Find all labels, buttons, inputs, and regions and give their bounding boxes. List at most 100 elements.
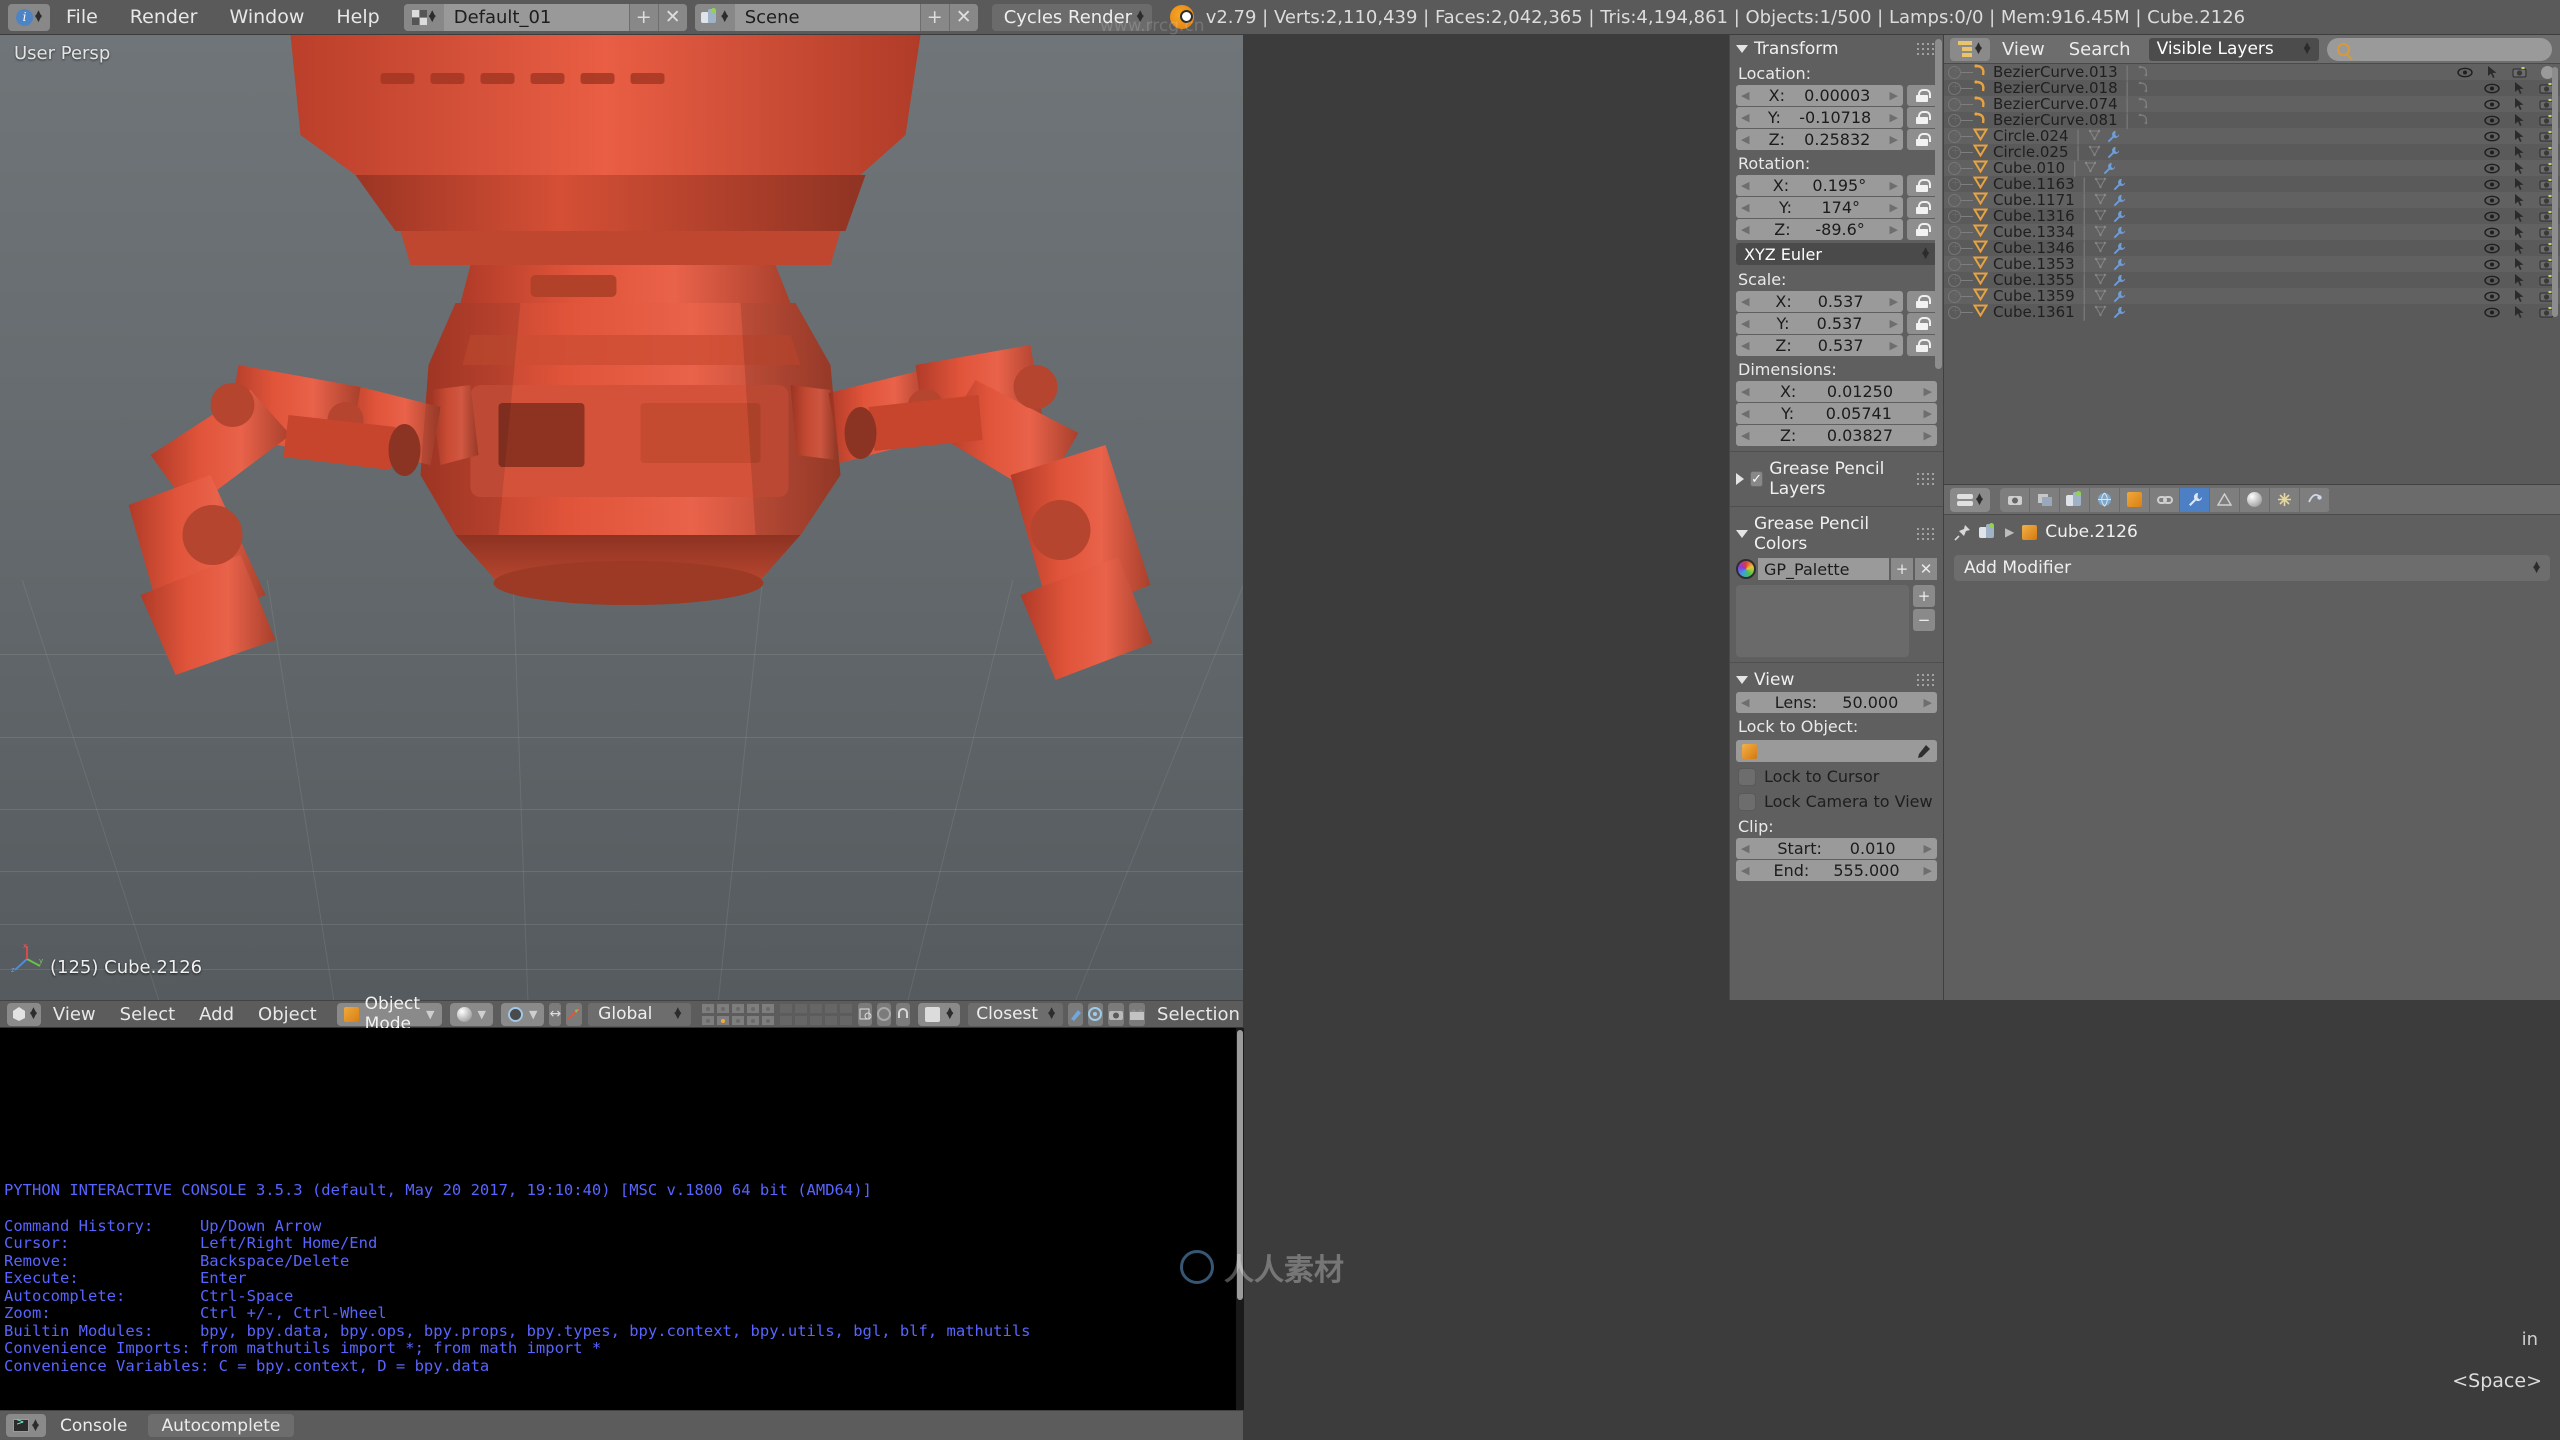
outliner-row[interactable]: Cube.1163| — [1944, 175, 2560, 193]
decrement-icon[interactable]: ◀ — [1741, 385, 1749, 398]
screen-layout-selector[interactable]: ▲ ▼ Default_01 + ✕ — [403, 3, 687, 31]
expand-toggle-icon[interactable] — [1948, 304, 1961, 319]
selectability-cursor-icon[interactable] — [2514, 97, 2525, 111]
modifier-wrench-icon[interactable] — [2112, 306, 2125, 319]
rotation-y-field[interactable]: ◀ Y: 174° ▶ — [1736, 197, 1903, 218]
menu-file[interactable]: File — [50, 6, 114, 28]
visibility-eye-icon[interactable] — [2484, 275, 2500, 286]
selectability-cursor-icon[interactable] — [2514, 113, 2525, 127]
python-console-editor[interactable]: PYTHON INTERACTIVE CONSOLE 3.5.3 (defaul… — [0, 1028, 2560, 1410]
modifier-wrench-icon[interactable] — [2106, 146, 2119, 159]
tab-modifiers[interactable] — [2180, 487, 2210, 512]
screen-layout-icon[interactable]: ▲ ▼ — [403, 3, 444, 31]
pin-icon[interactable] — [1954, 524, 1971, 541]
selectability-cursor-icon[interactable] — [2514, 161, 2525, 175]
location-x-row[interactable]: ◀ X: 0.00003 ▶ — [1730, 85, 1943, 106]
viewport-menu-view[interactable]: View — [41, 1004, 108, 1025]
decrement-icon[interactable]: ◀ — [1741, 179, 1749, 192]
outliner-row[interactable]: Cube.1316| — [1944, 207, 2560, 225]
modifier-wrench-icon[interactable] — [2112, 210, 2125, 223]
lens-field[interactable]: ◀ Lens: 50.000 ▶ — [1736, 692, 1937, 713]
render-preview-icon-button[interactable] — [1108, 1002, 1125, 1026]
outliner-row[interactable]: Cube.1359| — [1944, 287, 2560, 305]
outliner-row[interactable]: BezierCurve.018| — [1944, 79, 2560, 97]
scale-z-field[interactable]: ◀ Z: 0.537 ▶ — [1736, 335, 1903, 356]
expand-toggle-icon[interactable] — [1948, 176, 1961, 191]
location-z-row[interactable]: ◀ Z: 0.25832 ▶ — [1730, 129, 1943, 150]
dimensions-x-field[interactable]: ◀ X: 0.01250 ▶ — [1736, 381, 1937, 402]
opengl-render-button[interactable] — [1088, 1002, 1104, 1026]
lock-camera-to-view-checkbox[interactable] — [1738, 792, 1756, 811]
outliner-editor[interactable]: ▲▼ View Search Visible Layers ▲▼ BezierC… — [1943, 35, 2560, 484]
selectability-cursor-icon[interactable] — [2514, 241, 2525, 255]
console-menu-button[interactable]: Console — [46, 1414, 142, 1437]
location-x-field[interactable]: ◀ X: 0.00003 ▶ — [1736, 85, 1903, 106]
increment-icon[interactable]: ▶ — [1890, 317, 1898, 330]
visibility-eye-icon[interactable] — [2484, 243, 2500, 254]
autocomplete-button[interactable]: Autocomplete — [147, 1414, 295, 1437]
increment-icon[interactable]: ▶ — [1890, 201, 1898, 214]
decrement-icon[interactable]: ◀ — [1741, 89, 1749, 102]
location-z-field[interactable]: ◀ Z: 0.25832 ▶ — [1736, 129, 1903, 150]
expand-toggle-icon[interactable] — [1948, 192, 1961, 207]
outliner-search-input[interactable] — [2326, 37, 2552, 61]
decrement-icon[interactable]: ◀ — [1741, 317, 1749, 330]
viewport-menu-select[interactable]: Select — [108, 1004, 188, 1025]
decrement-icon[interactable]: ◀ — [1741, 111, 1749, 124]
outliner-row[interactable]: Cube.1353| — [1944, 255, 2560, 273]
proportional-falloff-label[interactable]: Selection — [1145, 1004, 1252, 1025]
add-color-button[interactable]: + — [1913, 585, 1935, 607]
scale-x-row[interactable]: ◀ X: 0.537 ▶ — [1730, 291, 1943, 312]
visibility-eye-icon[interactable] — [2484, 131, 2500, 142]
add-layout-button[interactable]: + — [628, 3, 658, 31]
modifier-wrench-icon[interactable] — [2106, 130, 2119, 143]
curve-data-icon[interactable] — [2137, 111, 2150, 129]
rotation-z-field[interactable]: ◀ Z: -89.6° ▶ — [1736, 219, 1903, 240]
clip-start-field[interactable]: ◀ Start: 0.010 ▶ — [1736, 838, 1937, 859]
outliner-row[interactable]: BezierCurve.074| — [1944, 95, 2560, 113]
scene-layers-top[interactable] — [701, 1002, 776, 1026]
lock-scale-y-button[interactable] — [1907, 313, 1937, 334]
expand-toggle-icon[interactable] — [1948, 272, 1961, 287]
outliner-row[interactable]: BezierCurve.013| — [1944, 63, 2560, 81]
tab-render[interactable] — [2000, 487, 2030, 512]
decrement-icon[interactable]: ◀ — [1741, 133, 1749, 146]
grease-pencil-layers-checkbox[interactable]: ✓ — [1750, 471, 1764, 487]
increment-icon[interactable]: ▶ — [1924, 864, 1932, 877]
expand-toggle-icon[interactable] — [1948, 208, 1961, 223]
modifier-wrench-icon[interactable] — [2112, 290, 2125, 303]
scale-y-row[interactable]: ◀ Y: 0.537 ▶ — [1730, 313, 1943, 334]
lock-location-y-button[interactable] — [1907, 107, 1937, 128]
selectability-cursor-icon[interactable] — [2514, 305, 2525, 319]
outliner-row[interactable]: Cube.1361 | — [1944, 303, 2560, 321]
editor-type-info-button[interactable]: i ▲ ▼ — [8, 3, 50, 31]
add-modifier-button[interactable]: Add Modifier ▲ ▼ — [1954, 555, 2550, 581]
expand-toggle-icon[interactable] — [1948, 64, 1961, 79]
3d-viewport[interactable]: User Persp z y x (125) Cube.2126 — [0, 35, 1243, 1000]
mesh-data-icon[interactable] — [2094, 303, 2107, 321]
transform-orientation-selector[interactable]: Global ▲ ▼ — [588, 1002, 692, 1026]
tab-world[interactable] — [2090, 487, 2120, 512]
tab-data[interactable] — [2210, 487, 2240, 512]
location-y-row[interactable]: ◀ Y: -0.10718 ▶ — [1730, 107, 1943, 128]
lock-rotation-y-button[interactable] — [1907, 197, 1937, 218]
snap-element-selector[interactable]: ▲ ▼ — [918, 1002, 961, 1026]
rotation-y-row[interactable]: ◀ Y: 174° ▶ — [1730, 197, 1943, 218]
dimensions-z-row[interactable]: ◀ Z: 0.03827 ▶ — [1730, 425, 1943, 446]
scene-selector[interactable]: ▲ ▼ Scene + ✕ — [694, 3, 978, 31]
expand-toggle-icon[interactable] — [1948, 256, 1961, 271]
manipulator-axis-button[interactable] — [566, 1002, 583, 1026]
decrement-icon[interactable]: ◀ — [1741, 295, 1749, 308]
outliner-row[interactable]: Cube.1334| — [1944, 223, 2560, 241]
decrement-icon[interactable]: ◀ — [1741, 407, 1749, 420]
console-text-area[interactable]: PYTHON INTERACTIVE CONSOLE 3.5.3 (defaul… — [0, 1028, 1243, 1410]
selectability-cursor-icon[interactable] — [2514, 177, 2525, 191]
transform-section-header[interactable]: Transform — [1730, 35, 1943, 61]
selectability-cursor-icon[interactable] — [2514, 225, 2525, 239]
modifier-wrench-icon[interactable] — [2102, 162, 2116, 175]
lock-location-x-button[interactable] — [1907, 85, 1937, 106]
lock-rotation-z-button[interactable] — [1907, 219, 1937, 240]
viewport-properties-panel[interactable]: Transform Location: ◀ X: 0.00003 ▶ ◀ Y: … — [1729, 35, 1943, 1000]
grease-pencil-colors-header[interactable]: Grease Pencil Colors — [1730, 510, 1943, 556]
dimensions-z-field[interactable]: ◀ Z: 0.03827 ▶ — [1736, 425, 1937, 446]
